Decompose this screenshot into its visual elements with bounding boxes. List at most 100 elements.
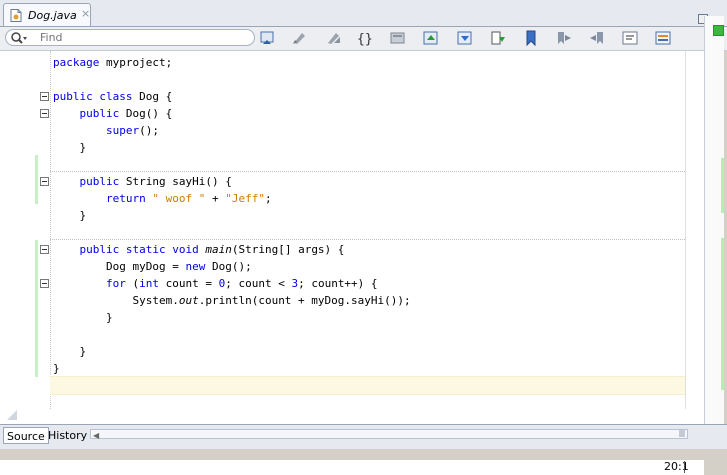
code-line[interactable]: package myproject;	[53, 54, 172, 71]
code-token: }	[53, 141, 87, 154]
method-separator	[50, 171, 685, 172]
editor-toolbar: {}	[0, 27, 727, 51]
code-token: count =	[165, 277, 219, 290]
editor-bottom-bar: Source History ◀	[0, 424, 727, 449]
shift-left-icon[interactable]	[621, 29, 639, 47]
code-line[interactable]: public Dog() {	[53, 105, 173, 122]
code-token: package	[53, 56, 106, 69]
toggle-braces-icon[interactable]: {}	[356, 29, 374, 47]
previous-bookmark-icon[interactable]	[555, 29, 573, 47]
code-line[interactable]: super();	[53, 122, 159, 139]
code-token: Dog() {	[125, 107, 173, 120]
find-box[interactable]	[5, 29, 255, 46]
code-token: public	[79, 107, 126, 120]
method-separator	[50, 239, 685, 240]
change-marker	[35, 240, 38, 377]
code-line[interactable]: }	[53, 309, 113, 326]
code-token: ; count <	[225, 277, 292, 290]
code-token: .println(count + myDog.sayHi());	[198, 294, 411, 307]
editor-status: 20:1	[0, 460, 704, 475]
code-token: main	[205, 243, 232, 256]
toggle-comment-icon[interactable]	[654, 29, 672, 47]
code-line[interactable]: public String sayHi() {	[53, 173, 232, 190]
change-marker	[721, 238, 724, 390]
svg-text:{}: {}	[357, 32, 373, 47]
code-token: ;	[264, 192, 272, 205]
code-token: }	[53, 362, 60, 375]
code-token: Dog();	[211, 260, 252, 273]
code-token: return	[105, 192, 153, 205]
toggle-bookmark-icon[interactable]	[522, 29, 540, 47]
find-next-icon[interactable]	[456, 29, 474, 47]
tab-history[interactable]: History	[45, 427, 90, 444]
code-token: "Jeff"	[225, 192, 265, 205]
tab-source[interactable]: Source	[3, 427, 49, 444]
code-token: new	[185, 260, 212, 273]
code-line[interactable]: public static void main(String[] args) {	[53, 241, 345, 258]
code-token: myproject;	[105, 56, 173, 69]
find-previous-icon[interactable]	[422, 29, 440, 47]
tab-title: Dog.java	[28, 9, 77, 22]
scroll-left-icon[interactable]: ◀	[93, 431, 99, 440]
code-line[interactable]: }	[53, 207, 86, 224]
horizontal-scrollbar[interactable]: ◀	[90, 429, 688, 440]
search-icon[interactable]	[10, 31, 28, 45]
change-marker	[35, 155, 38, 204]
editor-tab-bar: Dog.java ×	[0, 0, 727, 27]
code-line[interactable]: return " woof " + "Jeff";	[53, 190, 272, 207]
back-icon[interactable]	[290, 29, 308, 47]
code-token: (String[] args) {	[231, 243, 345, 256]
code-token: +	[205, 192, 226, 205]
last-edit-icon[interactable]	[258, 29, 276, 47]
java-file-icon	[10, 9, 22, 22]
code-token: for	[105, 277, 133, 290]
fold-toggle-icon[interactable]	[40, 92, 49, 101]
code-line[interactable]: }	[53, 360, 60, 377]
code-token: super	[105, 124, 140, 137]
code-token: Dog {	[139, 90, 173, 103]
no-errors-icon	[713, 25, 724, 36]
change-marker	[721, 158, 724, 213]
code-token: }	[53, 311, 113, 324]
search-input[interactable]	[40, 31, 240, 44]
code-line[interactable]: public class Dog {	[53, 88, 172, 105]
tab-dog-java[interactable]: Dog.java ×	[3, 3, 91, 26]
code-token: " woof "	[152, 192, 206, 205]
code-line[interactable]: }	[53, 139, 86, 156]
tab-close-icon[interactable]: ×	[81, 7, 90, 20]
code-line[interactable]: for (int count = 0; count < 3; count++) …	[53, 275, 378, 292]
code-editor[interactable]: package myproject; public class Dog { pub…	[0, 51, 704, 475]
code-line[interactable]: }	[53, 343, 86, 360]
text-caret	[684, 461, 685, 473]
fold-toggle-icon[interactable]	[40, 245, 49, 254]
error-stripe[interactable]	[704, 16, 724, 428]
find-selection-icon[interactable]	[389, 29, 407, 47]
corner-arrow-icon	[7, 410, 17, 420]
code-token: Dog myDog =	[53, 260, 186, 273]
code-token: ();	[139, 124, 159, 137]
fold-toggle-icon[interactable]	[40, 109, 49, 118]
code-line[interactable]: Dog myDog = new Dog();	[53, 258, 252, 275]
fold-toggle-icon[interactable]	[40, 177, 49, 186]
right-margin-line	[685, 51, 686, 409]
code-token: System.	[53, 294, 179, 307]
scroll-thumb[interactable]	[679, 430, 685, 437]
code-line[interactable]: System.out.println(count + myDog.sayHi()…	[53, 292, 411, 309]
forward-icon[interactable]	[325, 29, 343, 47]
toggle-highlight-icon[interactable]	[489, 29, 507, 47]
code-token: ; count++) {	[298, 277, 378, 290]
code-token: public static void	[79, 243, 206, 256]
next-bookmark-icon[interactable]	[588, 29, 606, 47]
code-token: int	[139, 277, 166, 290]
line-gutter[interactable]	[0, 51, 51, 409]
code-token: public	[79, 175, 126, 188]
code-token: }	[53, 209, 87, 222]
fold-toggle-icon[interactable]	[40, 279, 49, 288]
code-token: String sayHi() {	[125, 175, 232, 188]
